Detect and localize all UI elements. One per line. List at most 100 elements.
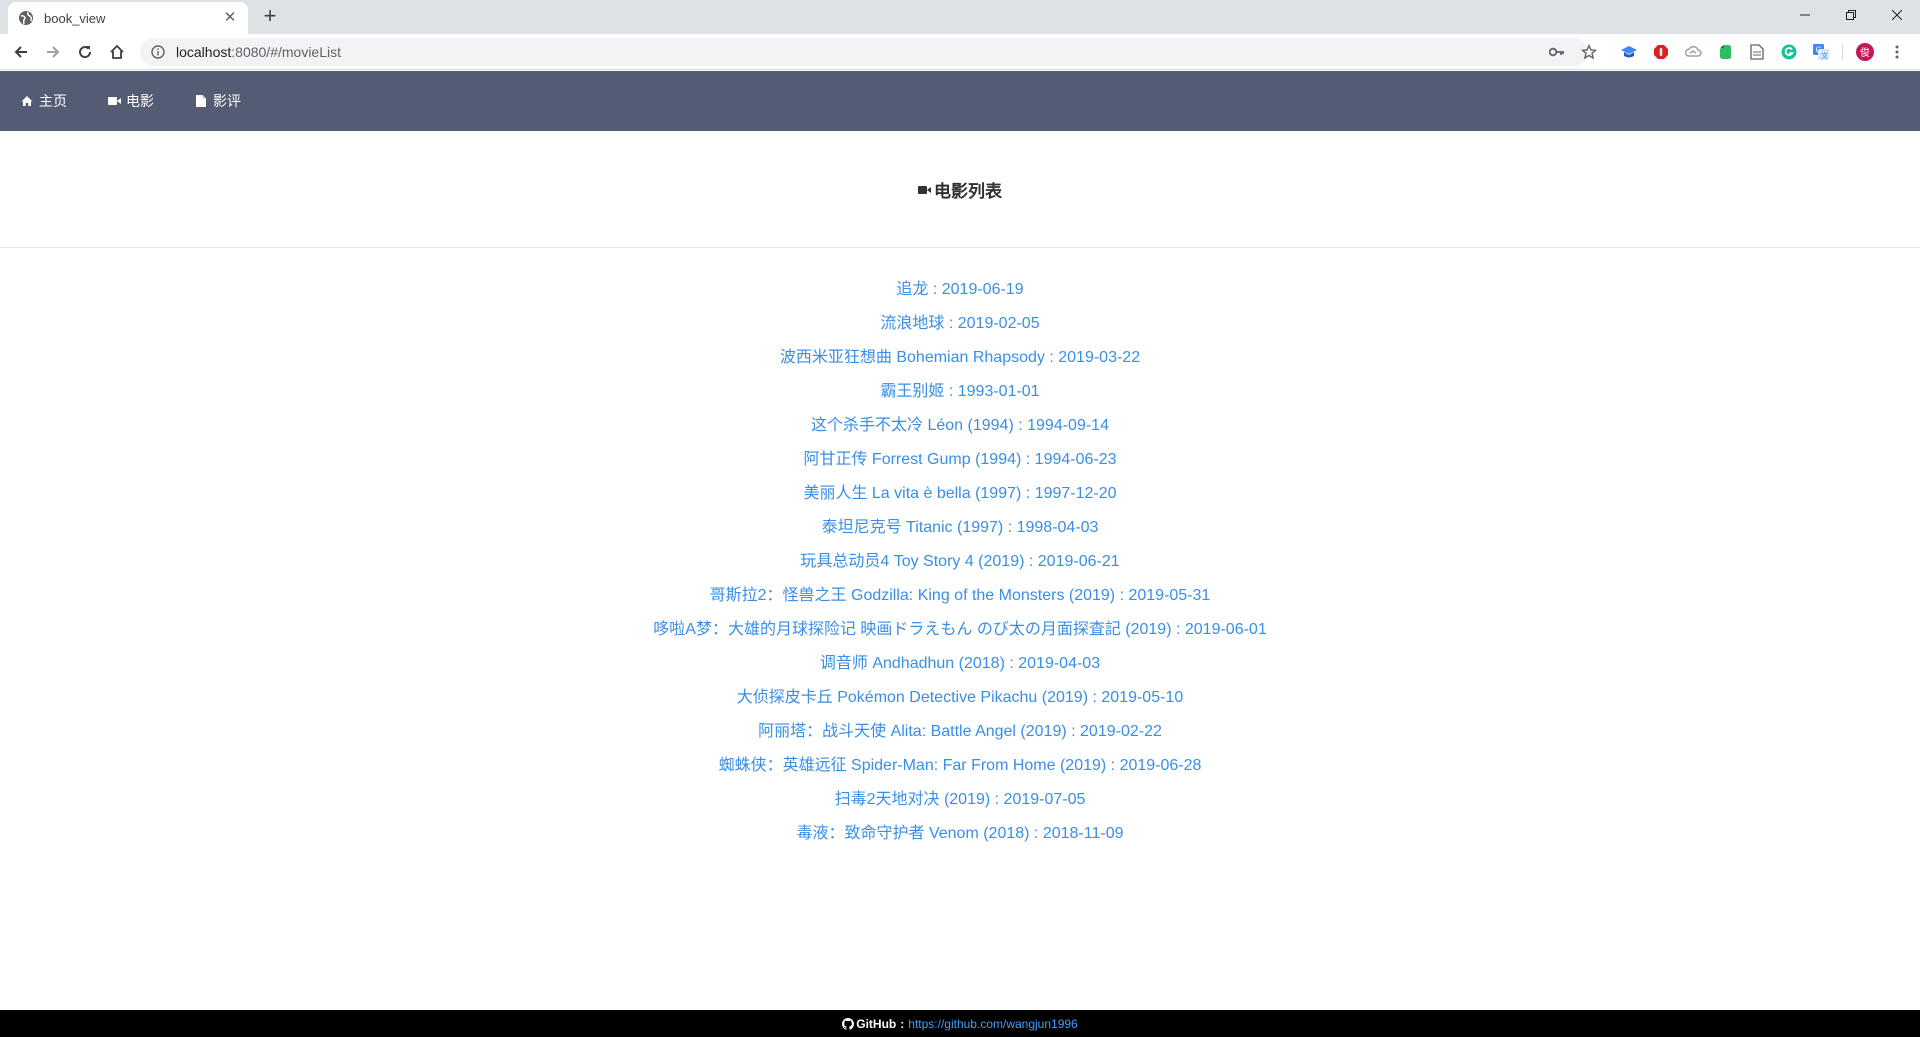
movie-date: 2019-04-03 — [1018, 655, 1101, 672]
menu-icon[interactable] — [1888, 43, 1906, 61]
translate-icon[interactable]: G文 — [1812, 43, 1830, 61]
list-item: 扫毒2天地对决 (2019) : 2019-07-05 — [0, 787, 1920, 821]
star-icon[interactable] — [1580, 43, 1598, 61]
movie-date: 2019-02-22 — [1080, 723, 1162, 740]
forward-button[interactable] — [41, 40, 65, 64]
movie-link[interactable]: 美丽人生 La vita è bella (1997) : 1997-12-20 — [803, 485, 1116, 502]
address-bar[interactable]: localhost:8080/#/movieList — [140, 38, 1588, 66]
adblock-icon[interactable] — [1652, 43, 1670, 61]
movie-date: 2019-03-22 — [1058, 349, 1141, 366]
movie-link[interactable]: 阿丽塔：战斗天使 Alita: Battle Angel (2019) : 20… — [758, 723, 1162, 740]
movie-link[interactable]: 哆啦A梦：大雄的月球探险记 映画ドラえもん のび太の月面探査記 (2019) :… — [653, 621, 1266, 638]
nav-label: 影评 — [213, 93, 241, 109]
movie-title: 调音师 Andhadhun (2018) — [819, 655, 1005, 672]
restore-button[interactable] — [1828, 0, 1874, 30]
movie-link[interactable]: 扫毒2天地对决 (2019) : 2019-07-05 — [835, 791, 1086, 808]
video-camera-icon — [918, 184, 932, 196]
movie-separator: : — [944, 383, 958, 400]
movie-separator: : — [1021, 451, 1035, 468]
list-item: 调音师 Andhadhun (2018) : 2019-04-03 — [0, 651, 1920, 685]
list-item: 流浪地球 : 2019-02-05 — [0, 311, 1920, 345]
movie-link[interactable]: 蜘蛛侠：英雄远征 Spider-Man: Far From Home (2019… — [719, 757, 1202, 774]
svg-text:文: 文 — [1821, 51, 1828, 60]
nav-item-reviews[interactable]: 影评 — [194, 71, 241, 131]
movie-date: 2019-06-01 — [1184, 621, 1267, 638]
list-item: 泰坦尼克号 Titanic (1997) : 1998-04-03 — [0, 515, 1920, 549]
movie-date: 1998-04-03 — [1016, 519, 1099, 536]
info-icon[interactable] — [150, 44, 166, 60]
movie-link[interactable]: 流浪地球 : 2019-02-05 — [880, 315, 1039, 332]
movie-title: 泰坦尼克号 Titanic (1997) — [821, 519, 1004, 536]
movie-title: 玩具总动员4 Toy Story 4 (2019) — [800, 553, 1025, 570]
footer-separator: : — [900, 1016, 905, 1031]
movie-date: 2019-06-28 — [1119, 757, 1202, 774]
movie-link[interactable]: 这个杀手不太冷 Léon (1994) : 1994-09-14 — [811, 417, 1109, 434]
back-button[interactable] — [9, 40, 33, 64]
list-header: 电影列表 — [0, 132, 1920, 248]
movie-separator: : — [1004, 655, 1019, 672]
movie-separator: : — [1044, 349, 1059, 366]
graduation-cap-icon[interactable] — [1620, 43, 1638, 61]
movie-date: 2019-06-19 — [941, 281, 1024, 298]
key-icon[interactable] — [1548, 43, 1566, 61]
movie-link[interactable]: 泰坦尼克号 Titanic (1997) : 1998-04-03 — [822, 519, 1099, 536]
list-item: 追龙 : 2019-06-19 — [0, 277, 1920, 311]
movie-title: 蜘蛛侠：英雄远征 Spider-Man: Far From Home (2019… — [718, 757, 1107, 774]
document-icon — [194, 94, 208, 108]
list-item: 蜘蛛侠：英雄远征 Spider-Man: Far From Home (2019… — [0, 753, 1920, 787]
movie-title: 阿丽塔：战斗天使 Alita: Battle Angel (2019) — [758, 723, 1067, 740]
movie-link[interactable]: 毒液：致命守护者 Venom (2018) : 2018-11-09 — [797, 825, 1124, 842]
document-icon[interactable] — [1748, 43, 1766, 61]
list-item: 阿甘正传 Forrest Gump (1994) : 1994-06-23 — [0, 447, 1920, 481]
avatar[interactable]: 俊 — [1856, 43, 1874, 61]
movie-title: 阿甘正传 Forrest Gump (1994) — [803, 451, 1022, 468]
footer: GitHub : https://github.com/wangjun1996 — [0, 1010, 1920, 1037]
movie-link[interactable]: 哥斯拉2：怪兽之王 Godzilla: King of the Monsters… — [710, 587, 1211, 604]
home-icon — [20, 94, 34, 108]
movie-date: 2019-02-05 — [957, 315, 1040, 332]
close-icon[interactable]: ✕ — [222, 10, 238, 26]
movie-separator: : — [1066, 723, 1081, 740]
window-close-button[interactable] — [1874, 0, 1920, 30]
reload-button[interactable] — [73, 40, 97, 64]
list-item: 玩具总动员4 Toy Story 4 (2019) : 2019-06-21 — [0, 549, 1920, 583]
movie-separator: : — [1029, 825, 1043, 842]
movie-separator: : — [1021, 485, 1035, 502]
home-button[interactable] — [105, 40, 129, 64]
browser-toolbar: localhost:8080/#/movieList G文 俊 — [0, 34, 1920, 70]
movie-date: 1997-12-20 — [1034, 485, 1117, 502]
movie-separator: : — [1003, 519, 1017, 536]
footer-label: GitHub — [856, 1016, 897, 1031]
browser-tab[interactable]: book_view ✕ — [8, 2, 248, 34]
movie-date: 1993-01-01 — [957, 383, 1040, 400]
movie-title: 美丽人生 La vita è bella (1997) — [803, 485, 1022, 502]
movie-title: 哆啦A梦：大雄的月球探险记 映画ドラえもん のび太の月面探査記 (2019) — [653, 621, 1172, 638]
movie-link[interactable]: 调音师 Andhadhun (2018) : 2019-04-03 — [820, 655, 1100, 672]
github-link[interactable]: https://github.com/wangjun1996 — [908, 1017, 1077, 1031]
movie-date: 1994-06-23 — [1034, 451, 1117, 468]
minimize-button[interactable] — [1782, 0, 1828, 30]
nav-label: 电影 — [126, 93, 154, 109]
url-path: :8080/#/movieList — [231, 44, 341, 60]
movie-link[interactable]: 大侦探皮卡丘 Pokémon Detective Pikachu (2019) … — [737, 689, 1183, 706]
video-camera-icon — [107, 94, 121, 108]
movie-separator: : — [1106, 757, 1120, 774]
movie-link[interactable]: 玩具总动员4 Toy Story 4 (2019) : 2019-06-21 — [800, 553, 1119, 570]
github-icon — [842, 1017, 855, 1030]
movie-link[interactable]: 阿甘正传 Forrest Gump (1994) : 1994-06-23 — [803, 451, 1116, 468]
movie-link[interactable]: 追龙 : 2019-06-19 — [896, 281, 1023, 298]
list-item: 波西米亚狂想曲 Bohemian Rhapsody : 2019-03-22 — [0, 345, 1920, 379]
movie-date: 1994-09-14 — [1027, 417, 1109, 434]
toolbar-divider — [1842, 44, 1843, 60]
movie-link[interactable]: 霸王别姬 : 1993-01-01 — [880, 383, 1039, 400]
nav-item-movies[interactable]: 电影 — [107, 71, 154, 131]
evernote-icon[interactable] — [1716, 43, 1734, 61]
grammarly-icon[interactable] — [1780, 43, 1798, 61]
svg-text:俊: 俊 — [1860, 46, 1870, 59]
movie-separator: : — [1115, 587, 1129, 604]
new-tab-button[interactable]: + — [258, 5, 282, 29]
url-host: localhost — [176, 44, 232, 60]
cloud-sync-icon[interactable] — [1684, 43, 1702, 61]
movie-link[interactable]: 波西米亚狂想曲 Bohemian Rhapsody : 2019-03-22 — [780, 349, 1140, 366]
nav-item-home[interactable]: 主页 — [20, 71, 67, 131]
